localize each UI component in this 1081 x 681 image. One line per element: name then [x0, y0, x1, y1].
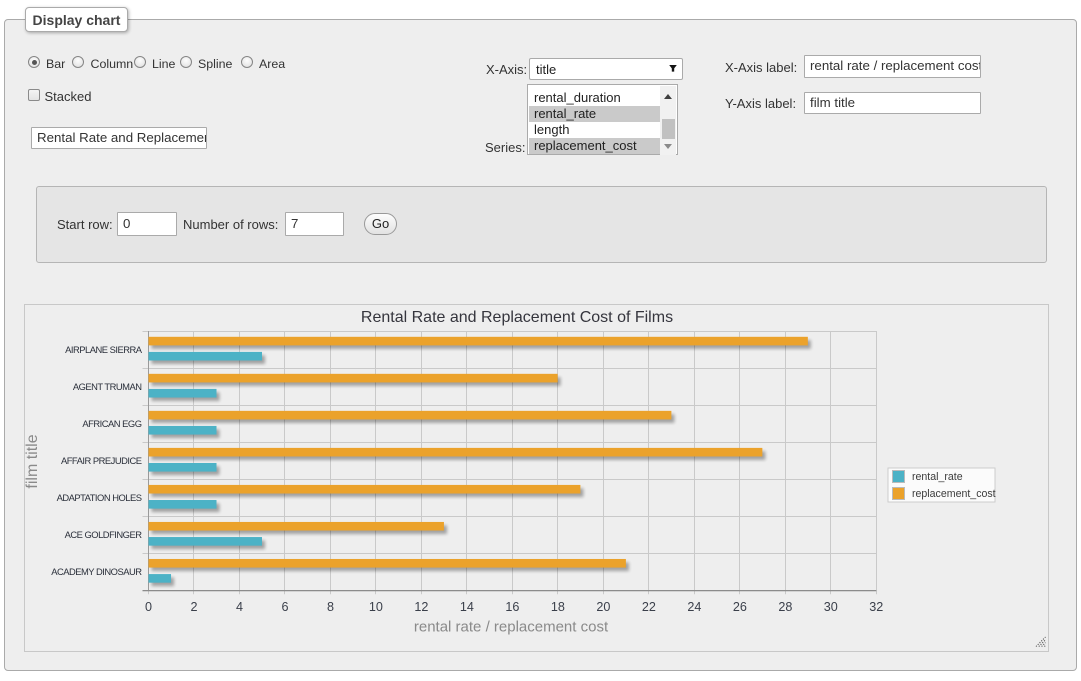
svg-text:18: 18 [551, 600, 565, 614]
svg-text:14: 14 [460, 600, 474, 614]
svg-text:rental rate / replacement cost: rental rate / replacement cost [414, 619, 609, 636]
svg-text:26: 26 [733, 600, 747, 614]
svg-text:6: 6 [281, 600, 288, 614]
svg-text:replacement_cost: replacement_cost [912, 488, 996, 500]
svg-text:10: 10 [369, 600, 383, 614]
svg-text:22: 22 [642, 600, 656, 614]
svg-text:AFFAIR PREJUDICE: AFFAIR PREJUDICE [61, 455, 142, 466]
svg-text:8: 8 [327, 600, 334, 614]
svg-text:AGENT TRUMAN: AGENT TRUMAN [73, 381, 142, 392]
svg-text:ADAPTATION HOLES: ADAPTATION HOLES [57, 492, 142, 503]
svg-text:16: 16 [505, 600, 519, 614]
svg-text:AIRPLANE SIERRA: AIRPLANE SIERRA [65, 344, 143, 355]
svg-text:ACE GOLDFINGER: ACE GOLDFINGER [65, 529, 143, 540]
svg-text:32: 32 [869, 600, 883, 614]
svg-text:film title: film title [25, 434, 41, 488]
svg-text:Rental Rate and Replacement Co: Rental Rate and Replacement Cost of Film… [361, 309, 673, 326]
svg-text:AFRICAN EGG: AFRICAN EGG [82, 418, 141, 429]
svg-text:0: 0 [145, 600, 152, 614]
svg-text:24: 24 [687, 600, 701, 614]
svg-text:28: 28 [778, 600, 792, 614]
svg-text:ACADEMY DINOSAUR: ACADEMY DINOSAUR [51, 566, 142, 577]
svg-text:4: 4 [236, 600, 243, 614]
svg-text:12: 12 [414, 600, 428, 614]
svg-text:20: 20 [596, 600, 610, 614]
svg-text:2: 2 [190, 600, 197, 614]
svg-text:rental_rate: rental_rate [912, 471, 963, 483]
svg-text:30: 30 [824, 600, 838, 614]
